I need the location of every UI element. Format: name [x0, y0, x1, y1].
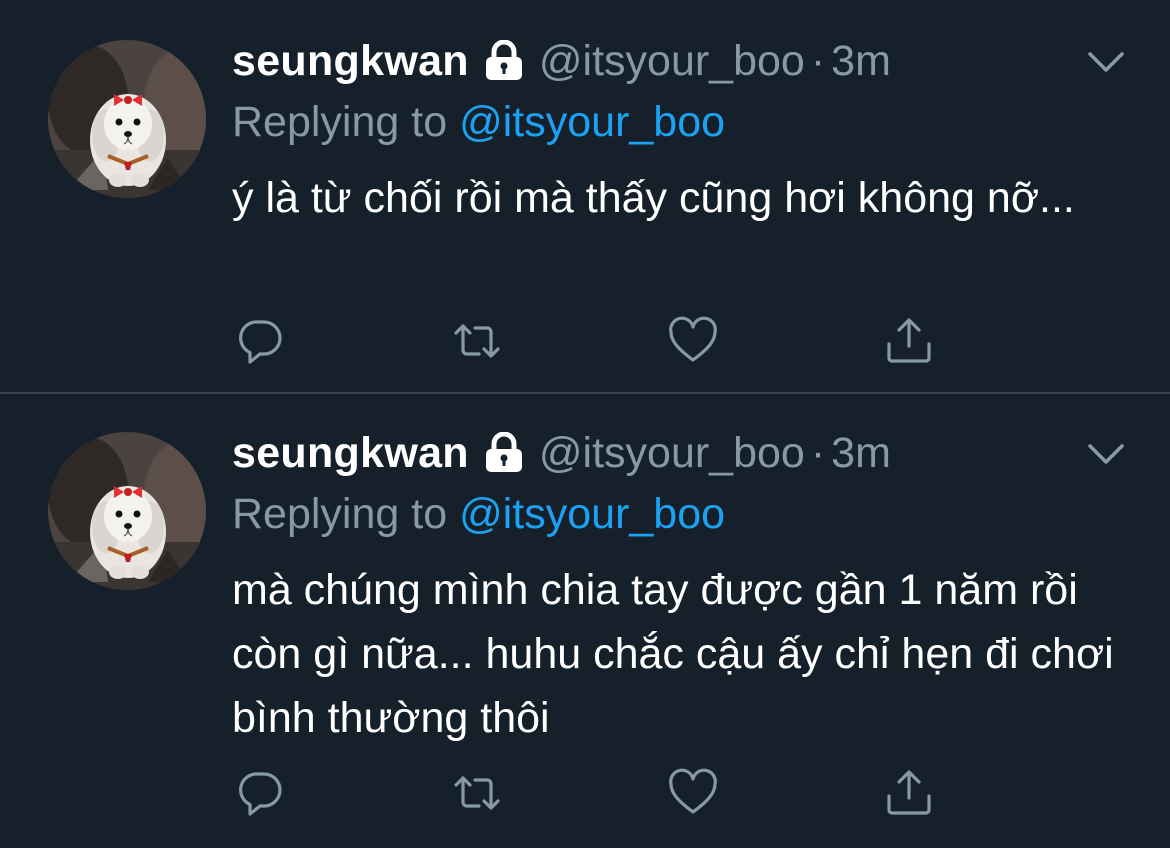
display-name[interactable]: seungkwan [232, 429, 469, 478]
share-icon [887, 318, 931, 363]
chevron-down-icon[interactable] [1084, 432, 1128, 476]
chevron-down-icon[interactable] [1084, 40, 1128, 84]
reply-button[interactable] [236, 316, 286, 366]
tweet-actions [236, 316, 956, 366]
tweet-text: mà chúng mình chia tay được gần 1 năm rồ… [232, 566, 1114, 742]
share-button[interactable] [884, 316, 934, 366]
dog-avatar-icon [48, 432, 206, 590]
replying-to: Replying to @itsyour_boo [232, 98, 725, 147]
reply-button[interactable] [236, 768, 286, 818]
heart-icon [669, 768, 717, 814]
dog-avatar-icon [48, 40, 206, 198]
heart-icon [669, 316, 717, 362]
display-name[interactable]: seungkwan [232, 37, 469, 86]
handle[interactable]: @itsyour_boo [539, 429, 805, 478]
reply-icon [239, 320, 282, 364]
separator-dot: · [810, 36, 826, 85]
tweet-header: seungkwan @itsyour_boo · 3m [232, 36, 891, 86]
avatar[interactable] [48, 432, 206, 590]
tweet[interactable]: seungkwan @itsyour_boo · 3m Replying to … [0, 396, 1170, 848]
retweet-button[interactable] [452, 316, 502, 366]
tweet-actions [236, 768, 956, 818]
tweet-text: ý là từ chối rồi mà thấy cũng hơi không … [232, 174, 1075, 222]
like-button[interactable] [668, 768, 718, 818]
timestamp[interactable]: 3m [831, 37, 891, 86]
retweet-button[interactable] [452, 768, 502, 818]
share-button[interactable] [884, 768, 934, 818]
lock-icon [483, 39, 525, 82]
retweet-icon [454, 776, 500, 810]
share-icon [887, 770, 931, 815]
like-button[interactable] [668, 316, 718, 366]
mention-link[interactable]: @itsyour_boo [459, 98, 725, 146]
retweet-icon [454, 324, 500, 358]
separator-dot: · [810, 428, 826, 477]
replying-label: Replying to [232, 98, 448, 146]
tweet-header: seungkwan @itsyour_boo · 3m [232, 428, 891, 478]
handle[interactable]: @itsyour_boo [539, 37, 805, 86]
replying-to: Replying to @itsyour_boo [232, 490, 725, 539]
reply-icon [239, 772, 282, 816]
lock-icon [483, 431, 525, 474]
timestamp[interactable]: 3m [831, 429, 891, 478]
avatar[interactable] [48, 40, 206, 198]
replying-label: Replying to [232, 490, 448, 538]
mention-link[interactable]: @itsyour_boo [459, 490, 725, 538]
tweet[interactable]: seungkwan @itsyour_boo · 3m Replying to … [0, 0, 1170, 394]
